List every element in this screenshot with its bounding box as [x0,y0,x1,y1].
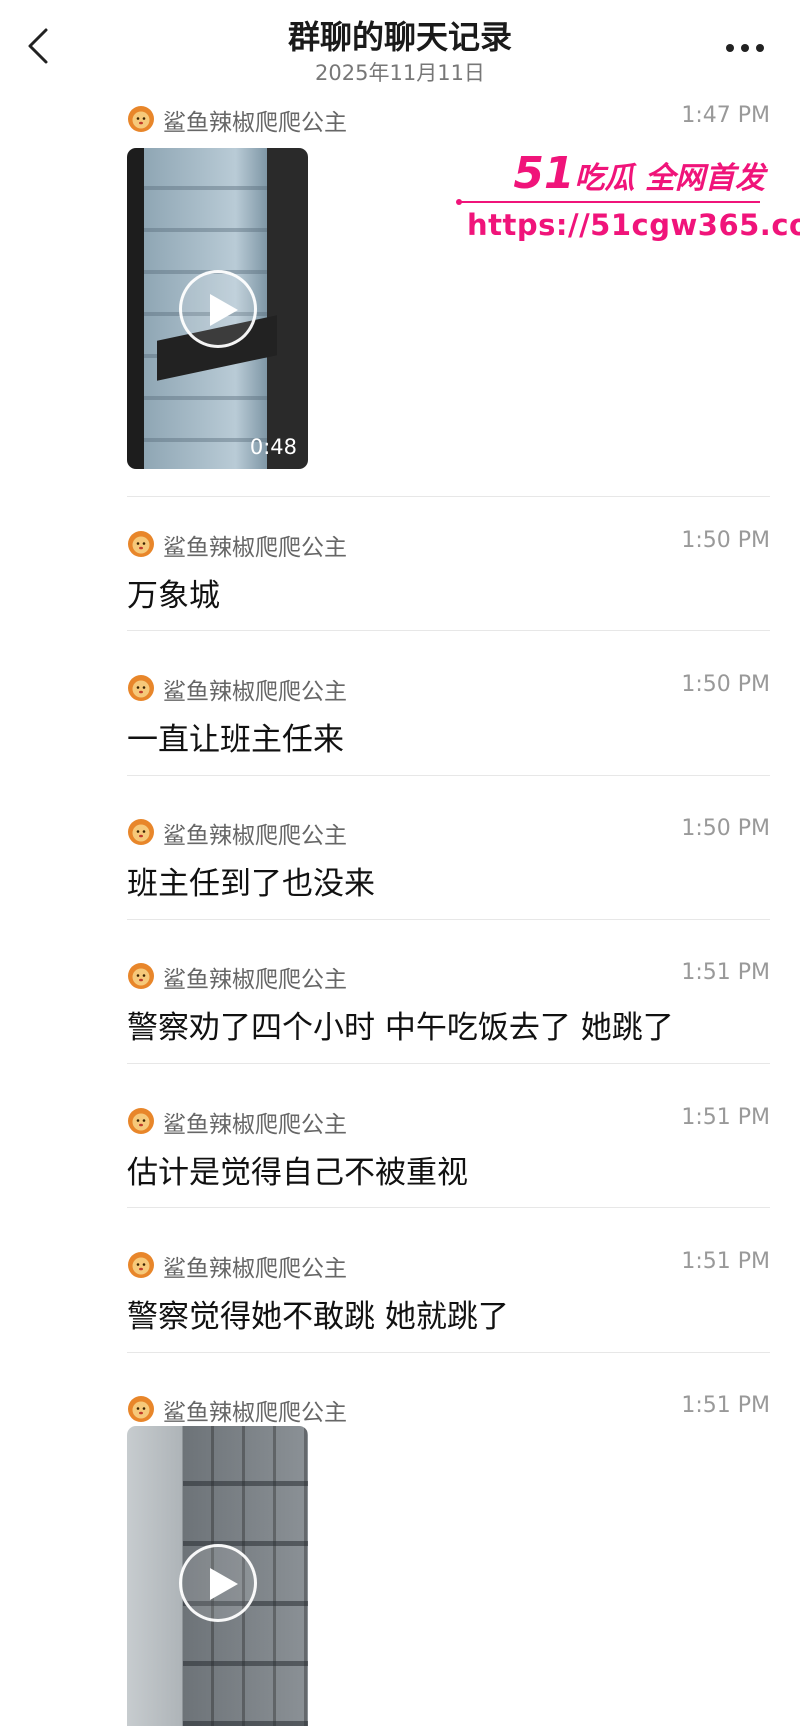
message-text: 一直让班主任来 [127,722,344,758]
divider [127,775,770,776]
divider [127,1063,770,1064]
chat-header: 群聊的聊天记录 2025年11月11日 [0,0,800,100]
message-item: 鲨鱼辣椒爬爬公主 1:47 PM [127,103,770,137]
play-button[interactable] [178,269,257,348]
message-time: 1:51 PM [681,1393,770,1418]
sender-name[interactable]: 鲨鱼辣椒爬爬公主 [163,1249,347,1283]
more-dots-icon [726,44,764,52]
message-text: 班主任到了也没来 [127,866,375,902]
sender-name[interactable]: 鲨鱼辣椒爬爬公主 [163,672,347,706]
watermark-line [456,199,760,205]
message-time: 1:50 PM [681,816,770,841]
message-item: 鲨鱼辣椒爬爬公主 1:51 PM [127,1393,770,1427]
lion-avatar-icon[interactable] [127,818,155,846]
lion-avatar-icon[interactable] [127,962,155,990]
message-text: 万象城 [127,578,220,614]
watermark-brand: 51吃瓜 全网首发 [513,148,765,199]
watermark: 51吃瓜 全网首发 https://51cgw365.com [455,148,800,248]
lion-avatar-icon[interactable] [127,530,155,558]
message-item: 鲨鱼辣椒爬爬公主 1:50 PM 班主任到了也没来 [127,816,770,903]
lion-avatar-icon[interactable] [127,674,155,702]
lion-avatar-icon[interactable] [127,1107,155,1135]
divider [127,1352,770,1353]
sender-name[interactable]: 鲨鱼辣椒爬爬公主 [163,103,347,137]
divider [127,1207,770,1208]
page-title: 群聊的聊天记录 [287,18,512,56]
message-text: 警察劝了四个小时 中午吃饭去了 她跳了 [127,1010,674,1046]
divider [127,630,770,631]
lion-avatar-icon[interactable] [127,1395,155,1423]
chat-date: 2025年11月11日 [315,61,485,85]
message-time: 1:47 PM [681,103,770,128]
message-item: 鲨鱼辣椒爬爬公主 1:50 PM 万象城 [127,528,770,615]
sender-name[interactable]: 鲨鱼辣椒爬爬公主 [163,528,347,562]
message-item: 鲨鱼辣椒爬爬公主 1:50 PM 一直让班主任来 [127,672,770,759]
message-time: 1:51 PM [681,1249,770,1274]
message-time: 1:50 PM [681,672,770,697]
message-time: 1:50 PM [681,528,770,553]
sender-name[interactable]: 鲨鱼辣椒爬爬公主 [163,816,347,850]
message-item: 鲨鱼辣椒爬爬公主 1:51 PM 警察觉得她不敢跳 她就跳了 [127,1249,770,1336]
divider [127,919,770,920]
divider [127,496,770,497]
message-item: 鲨鱼辣椒爬爬公主 1:51 PM 警察劝了四个小时 中午吃饭去了 她跳了 [127,960,770,1047]
play-icon [209,293,238,326]
lion-avatar-icon[interactable] [127,1251,155,1279]
watermark-url: https://51cgw365.com [467,208,800,242]
sender-name[interactable]: 鲨鱼辣椒爬爬公主 [163,960,347,994]
lion-avatar-icon[interactable] [127,105,155,133]
video-duration: 0:48 [249,435,297,459]
message-time: 1:51 PM [681,960,770,985]
message-time: 1:51 PM [681,1105,770,1130]
video-message[interactable]: 0:48 [127,148,308,469]
play-icon [209,1568,238,1600]
message-text: 估计是觉得自己不被重视 [127,1155,468,1191]
more-options-button[interactable] [720,28,770,68]
play-button[interactable] [178,1544,257,1622]
sender-name[interactable]: 鲨鱼辣椒爬爬公主 [163,1393,347,1427]
message-item: 鲨鱼辣椒爬爬公主 1:51 PM 估计是觉得自己不被重视 [127,1105,770,1192]
message-text: 警察觉得她不敢跳 她就跳了 [127,1299,509,1335]
video-message[interactable] [127,1426,308,1726]
sender-name[interactable]: 鲨鱼辣椒爬爬公主 [163,1105,347,1139]
